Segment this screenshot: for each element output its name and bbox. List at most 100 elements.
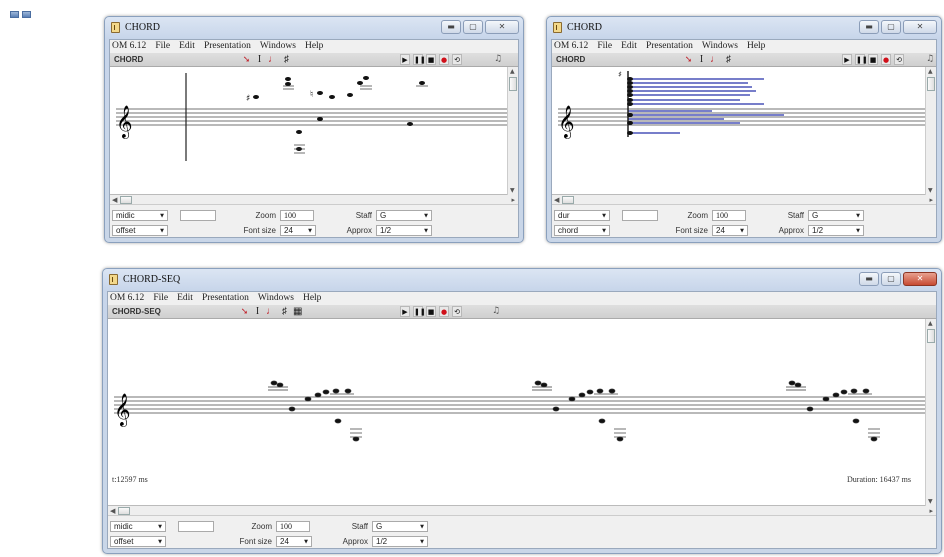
menu-windows[interactable]: Windows xyxy=(258,292,294,305)
play-icon[interactable]: ▶ xyxy=(842,54,852,65)
font-size-select[interactable]: 24 xyxy=(280,224,316,236)
editor-toolbar: CHORD-SEQ ➘ Ι ♩ ♯ ▦ ▶ ❚❚ ■ ● ⟲ ♫ xyxy=(108,305,936,319)
desktop-icons[interactable] xyxy=(10,10,50,20)
text-cursor-icon[interactable]: Ι xyxy=(255,54,264,66)
title-bar[interactable]: CHORD-SEQ ▬ ▢ ✕ xyxy=(103,269,941,291)
chord-seq-app-icon xyxy=(109,274,118,285)
vertical-scrollbar[interactable]: ▲ ▼ xyxy=(925,67,936,195)
menu-edit[interactable]: Edit xyxy=(621,40,637,53)
title-bar[interactable]: CHORD ▬ ▢ ✕ xyxy=(547,17,941,39)
menu-om-version[interactable]: OM 6.12 xyxy=(554,40,588,53)
pause-icon[interactable]: ❚❚ xyxy=(413,54,426,65)
menu-om-version[interactable]: OM 6.12 xyxy=(112,40,146,53)
desktop-icon[interactable] xyxy=(22,11,31,18)
value-field[interactable] xyxy=(180,209,216,221)
staff-select[interactable]: G xyxy=(372,520,428,532)
stop-icon[interactable]: ■ xyxy=(868,54,878,65)
display-mode-select[interactable]: dur xyxy=(554,209,610,221)
speaker-icon[interactable]: ♫ xyxy=(926,54,934,64)
menu-help[interactable]: Help xyxy=(305,40,323,53)
title-bar[interactable]: CHORD ▬ ▢ ✕ xyxy=(105,17,523,39)
value-field[interactable] xyxy=(622,209,658,221)
play-icon[interactable]: ▶ xyxy=(400,306,410,317)
minimize-button[interactable]: ▬ xyxy=(441,20,461,34)
record-icon[interactable]: ● xyxy=(439,54,449,65)
display-mode-select[interactable]: midic xyxy=(112,209,168,221)
zoom-field[interactable]: 100 xyxy=(276,520,310,532)
score-view[interactable]: 𝄞 t:12597 ms Duration: 16437 ms xyxy=(108,319,928,506)
menu-file[interactable]: File xyxy=(155,40,170,53)
approx-select[interactable]: 1/2 xyxy=(808,224,864,236)
maximize-button[interactable]: ▢ xyxy=(881,20,901,34)
sharp-tool-icon[interactable]: ♯ xyxy=(724,54,733,66)
pause-icon[interactable]: ❚❚ xyxy=(855,54,868,65)
approx-select[interactable]: 1/2 xyxy=(376,224,432,236)
font-size-select[interactable]: 24 xyxy=(712,224,748,236)
vertical-scrollbar[interactable]: ▲ ▼ xyxy=(925,319,936,506)
svg-text:♮: ♮ xyxy=(310,90,313,100)
minimize-button[interactable]: ▬ xyxy=(859,272,879,286)
menu-edit[interactable]: Edit xyxy=(179,40,195,53)
maximize-button[interactable]: ▢ xyxy=(463,20,483,34)
score-view[interactable]: 𝄞 ♯ ♮ xyxy=(110,67,510,195)
staff-select[interactable]: G xyxy=(808,209,864,221)
record-icon[interactable]: ● xyxy=(439,306,449,317)
treble-clef-icon: 𝄞 xyxy=(114,393,131,427)
menu-file[interactable]: File xyxy=(597,40,612,53)
pause-icon[interactable]: ❚❚ xyxy=(413,306,426,317)
horizontal-scrollbar[interactable]: ◀ ▸ xyxy=(110,195,518,205)
arrow-cursor-icon[interactable]: ➘ xyxy=(242,54,251,66)
play-icon[interactable]: ▶ xyxy=(400,54,410,65)
text-cursor-icon[interactable]: Ι xyxy=(697,54,706,66)
arrow-cursor-icon[interactable]: ➘ xyxy=(684,54,693,66)
zoom-field[interactable]: 100 xyxy=(712,209,746,221)
menu-windows[interactable]: Windows xyxy=(702,40,738,53)
menu-presentation[interactable]: Presentation xyxy=(646,40,693,53)
font-size-select[interactable]: 24 xyxy=(276,535,312,547)
arrow-cursor-icon[interactable]: ➘ xyxy=(240,306,249,318)
menu-presentation[interactable]: Presentation xyxy=(202,292,249,305)
note-tool-icon[interactable]: ♩ xyxy=(710,54,720,66)
sub-mode-select[interactable]: chord xyxy=(554,224,610,236)
staff-select[interactable]: G xyxy=(376,209,432,221)
maximize-button[interactable]: ▢ xyxy=(881,272,901,286)
sub-mode-select[interactable]: offset xyxy=(112,224,168,236)
sharp-tool-icon[interactable]: ♯ xyxy=(280,306,289,318)
score-view[interactable]: 𝄞 ♯ xyxy=(552,67,928,195)
grid-tool-icon[interactable]: ▦ xyxy=(293,306,302,318)
note-tool-icon[interactable]: ♩ xyxy=(268,54,278,66)
value-field[interactable] xyxy=(178,520,214,532)
loop-icon[interactable]: ⟲ xyxy=(452,54,462,65)
speaker-icon[interactable]: ♫ xyxy=(492,306,500,316)
menu-edit[interactable]: Edit xyxy=(177,292,193,305)
menu-help[interactable]: Help xyxy=(303,292,321,305)
stop-icon[interactable]: ■ xyxy=(426,306,436,317)
close-button[interactable]: ✕ xyxy=(903,20,937,34)
sharp-tool-icon[interactable]: ♯ xyxy=(282,54,291,66)
menu-presentation[interactable]: Presentation xyxy=(204,40,251,53)
sub-mode-select[interactable]: offset xyxy=(110,535,166,547)
menu-help[interactable]: Help xyxy=(747,40,765,53)
editor-name: CHORD xyxy=(114,55,144,64)
menu-om-version[interactable]: OM 6.12 xyxy=(110,292,144,305)
note-tool-icon[interactable]: ♩ xyxy=(266,306,276,318)
minimize-button[interactable]: ▬ xyxy=(859,20,879,34)
menu-file[interactable]: File xyxy=(153,292,168,305)
text-cursor-icon[interactable]: Ι xyxy=(253,306,262,318)
horizontal-scrollbar[interactable]: ◀ ▸ xyxy=(108,506,936,516)
vertical-scrollbar[interactable]: ▲ ▼ xyxy=(507,67,518,195)
approx-select[interactable]: 1/2 xyxy=(372,535,428,547)
loop-icon[interactable]: ⟲ xyxy=(894,54,904,65)
desktop-icon[interactable] xyxy=(10,11,19,18)
menu-windows[interactable]: Windows xyxy=(260,40,296,53)
stop-icon[interactable]: ■ xyxy=(426,54,436,65)
chord-window-midic: CHORD ▬ ▢ ✕ OM 6.12 File Edit Presentati… xyxy=(104,16,524,243)
speaker-icon[interactable]: ♫ xyxy=(494,54,502,64)
zoom-field[interactable]: 100 xyxy=(280,209,314,221)
display-mode-select[interactable]: midic xyxy=(110,520,166,532)
record-icon[interactable]: ● xyxy=(881,54,891,65)
close-button[interactable]: ✕ xyxy=(485,20,519,34)
horizontal-scrollbar[interactable]: ◀ ▸ xyxy=(552,195,936,205)
close-button[interactable]: ✕ xyxy=(903,272,937,286)
loop-icon[interactable]: ⟲ xyxy=(452,306,462,317)
